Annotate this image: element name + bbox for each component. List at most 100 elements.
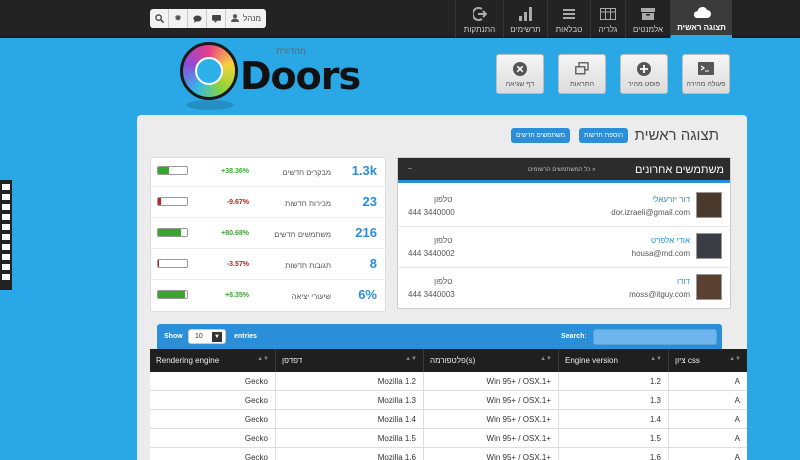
table-cell: Win 95+ / OSX.1+ <box>423 448 558 460</box>
nav-elements[interactable]: אלמנטים <box>625 0 670 38</box>
logo-wordmark: Doors <box>240 54 361 98</box>
entries-select[interactable]: 10 ▼ <box>188 329 226 344</box>
nav-tables[interactable]: טבלאות <box>547 0 590 38</box>
table-cell: 1.4 <box>558 410 668 429</box>
table-cell: 1.2 <box>558 372 668 391</box>
stat-value: 6% <box>358 287 377 302</box>
table-cell: Gecko <box>244 396 268 405</box>
col-rendering-engine[interactable]: Rendering engine ▲▼ <box>150 349 275 372</box>
table-cell: 1.6 <box>558 448 668 460</box>
side-tab-handle[interactable] <box>0 180 12 290</box>
logout-icon <box>472 5 487 23</box>
plus-circle-icon <box>636 61 652 77</box>
table-row[interactable]: Gecko Mozilla 1.6 Win 95+ / OSX.1+ 1.6 A <box>150 448 747 460</box>
stat-label: תגובות חדשות <box>285 261 331 270</box>
windows-icon <box>574 61 590 77</box>
table-row[interactable]: Gecko Mozilla 1.2 Win 95+ / OSX.1+ 1.2 A <box>150 372 747 391</box>
phone-label: טלפון <box>434 236 453 245</box>
table-cell: Gecko <box>244 453 268 460</box>
table-cell: Win 95+ / OSX.1+ <box>423 391 558 410</box>
table-row[interactable]: Gecko Mozilla 1.5 Win 95+ / OSX.1+ 1.5 A <box>150 429 747 448</box>
top-navbar: תצוגה ראשית אלמנטים גלריה טבלאות תרשימים… <box>0 0 800 38</box>
col-css-grade[interactable]: ציון css ▲▼ <box>668 349 747 372</box>
table-header: Rendering engine ▲▼ דפדפן ▲▼ פלטפורמה(s) ▲▼… <box>150 349 747 372</box>
stat-change: -9.67% <box>226 199 249 206</box>
stat-value: 8 <box>369 256 377 271</box>
user-name-link[interactable]: אודי אלפרט <box>651 236 690 245</box>
stat-change: -3.57% <box>226 261 249 268</box>
table-cell: A <box>668 448 747 460</box>
app-logo: מהדורת Doors <box>180 40 361 112</box>
new-users-button[interactable]: משתמשים חדשים <box>511 128 571 143</box>
stat-progress-bar <box>157 259 188 268</box>
table-cell: A <box>668 429 747 448</box>
stat-progress-bar <box>157 166 188 175</box>
chat-icon[interactable] <box>188 9 207 28</box>
recent-user-row[interactable]: דודו moss@itguy.com טלפון 444 3440003 <box>398 268 730 309</box>
inbox-icon <box>640 5 656 23</box>
gallery-icon <box>600 5 616 23</box>
nav-charts[interactable]: תרשימים <box>503 0 547 38</box>
nav-gallery[interactable]: גלריה <box>590 0 625 38</box>
stat-progress-bar <box>157 290 188 299</box>
recent-user-row[interactable]: אודי אלפרט housa@md.com טלפון 444 3440002 <box>398 227 730 268</box>
table-row[interactable]: Gecko Mozilla 1.3 Win 95+ / OSX.1+ 1.3 A <box>150 391 747 410</box>
datatable-toolbar: Show 10 ▼ entries Search: <box>157 324 722 350</box>
stat-row: -3.57% תגובות חדשות 8 <box>151 251 387 280</box>
error-page-button[interactable]: דף שגיאה <box>496 54 544 94</box>
nav-logout[interactable]: התנתקות <box>455 0 503 38</box>
minimize-icon[interactable]: – <box>408 165 412 172</box>
table-cell: Gecko <box>244 377 268 386</box>
recent-users-header: משתמשים אחרונים כל המשתמשים הרשומים » – <box>398 158 730 183</box>
search-input[interactable] <box>593 329 717 345</box>
col-browser[interactable]: דפדפן ▲▼ <box>275 349 423 372</box>
table-cell: Win 95+ / OSX.1+ <box>423 372 558 391</box>
user-icon <box>231 13 240 24</box>
user-menu[interactable]: מנהל <box>226 13 266 24</box>
all-users-link[interactable]: כל המשתמשים הרשומים » <box>528 167 595 173</box>
user-name-link[interactable]: דודו <box>677 277 690 286</box>
notifications-button[interactable]: התראות <box>558 54 606 94</box>
search-icon[interactable] <box>150 9 169 28</box>
user-phone: 444 3440003 <box>408 290 455 299</box>
terminal-icon <box>698 61 714 77</box>
stat-label: מבקרים חדשים <box>282 168 331 177</box>
quick-post-button[interactable]: פוסט מהיר <box>620 54 668 94</box>
page-title: תצוגה ראשית <box>634 127 720 144</box>
user-email: housa@md.com <box>631 249 690 258</box>
add-news-button[interactable]: הוספת חדשות <box>579 128 629 143</box>
nav-home[interactable]: תצוגה ראשית <box>670 0 732 38</box>
quick-action-button[interactable]: פעולה מהירה <box>682 54 730 94</box>
user-phone: 444 3440000 <box>408 208 455 217</box>
avatar <box>696 233 722 259</box>
stat-value: 1.3k <box>351 163 377 178</box>
user-email: dor.izraeli@gmail.com <box>611 208 690 217</box>
stat-value: 216 <box>355 225 377 240</box>
col-engine-version[interactable]: Engine version ▲▼ <box>558 349 668 372</box>
stat-row: +80.68% משתמשים חדשים 216 <box>151 220 387 249</box>
stat-label: מכירות חדשות <box>285 199 331 208</box>
user-name: מנהל <box>243 14 261 23</box>
col-platform[interactable]: פלטפורמה(s) ▲▼ <box>423 349 558 372</box>
user-email: moss@itguy.com <box>629 290 690 299</box>
logo-emblem <box>180 42 238 100</box>
user-phone: 444 3440002 <box>408 249 455 258</box>
table-cell: A <box>668 372 747 391</box>
stat-row: +8.35% שיעורי יציאה 6% <box>151 282 387 311</box>
user-toolbar: ✹ מנהל <box>150 9 266 28</box>
stat-progress-bar <box>157 228 188 237</box>
phone-label: טלפון <box>434 277 453 286</box>
table-cell: A <box>668 410 747 429</box>
stat-value: 23 <box>362 194 377 209</box>
user-name-link[interactable]: דור יזרעאלי <box>652 195 690 204</box>
table-cell: 1.3 <box>558 391 668 410</box>
table-cell: Mozilla 1.6 <box>275 448 423 460</box>
stat-change: +80.68% <box>221 230 249 237</box>
stat-label: משתמשים חדשים <box>274 230 331 239</box>
message-icon[interactable] <box>207 9 226 28</box>
recent-user-row[interactable]: דור יזרעאלי dor.izraeli@gmail.com טלפון 444… <box>398 186 730 227</box>
table-row[interactable]: Gecko Mozilla 1.4 Win 95+ / OSX.1+ 1.4 A <box>150 410 747 429</box>
table-cell: Mozilla 1.2 <box>275 372 423 391</box>
stat-progress-bar <box>157 197 188 206</box>
gear-icon[interactable]: ✹ <box>169 9 188 28</box>
